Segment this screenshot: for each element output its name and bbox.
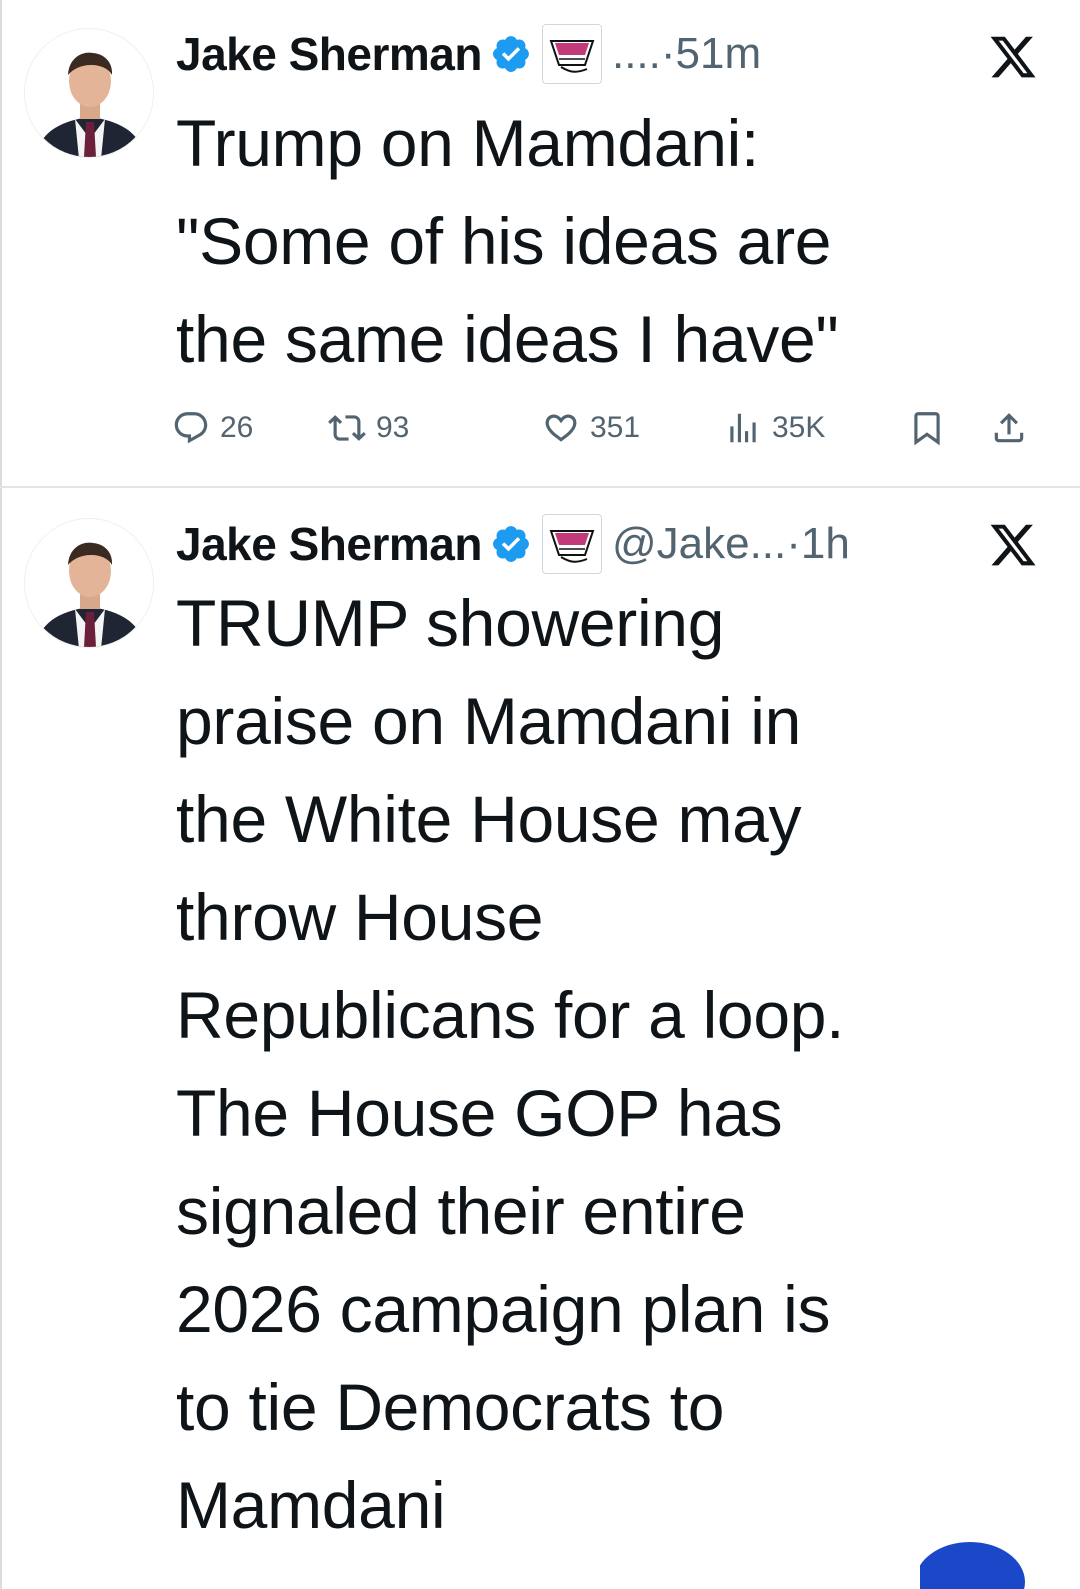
tweet-1[interactable]: Jake Sherman ....·51m Trump on Mamdani: … (0, 0, 1080, 488)
tweet-2[interactable]: Jake Sherman @Jake...·1h TRUMP showering… (0, 488, 1080, 1589)
repost-icon (328, 415, 366, 441)
tweet-text-line: the White House may (176, 782, 802, 856)
bookmark-icon (914, 412, 940, 446)
tweet-meta: ....·51m (611, 29, 762, 78)
like-button[interactable]: 351 (542, 400, 640, 456)
views-icon (730, 413, 756, 443)
tweet-text-line: signaled their entire (176, 1174, 746, 1248)
tweet-actions: 26 93 351 35K (172, 400, 1042, 456)
x-logo-icon[interactable] (988, 32, 1038, 82)
tweet-header: Jake Sherman @Jake...·1h (176, 514, 850, 574)
tweet-header: Jake Sherman ....·51m (176, 24, 761, 84)
views-count: 35K (772, 411, 826, 444)
verified-badge-icon (490, 33, 532, 75)
author-avatar[interactable] (24, 28, 154, 158)
author-name[interactable]: Jake Sherman (176, 27, 482, 81)
like-count: 351 (590, 411, 641, 444)
tweet-text: Trump on Mamdani: "Some of his ideas are… (176, 94, 1056, 388)
tweet-text-line: Trump on Mamdani: (176, 106, 760, 180)
affiliate-badge-icon[interactable] (541, 514, 602, 574)
tweet-text-line: praise on Mamdani in (176, 684, 801, 758)
share-button[interactable] (990, 400, 1028, 456)
tweet-meta: @Jake...·1h (611, 519, 850, 568)
tweet-text-line: The House GOP has (176, 1076, 783, 1150)
corner-logo-fragment (890, 1512, 1040, 1589)
reply-button[interactable]: 26 (172, 400, 253, 456)
tweet-text-line: "Some of his ideas are (176, 204, 832, 278)
repost-count: 93 (376, 411, 410, 444)
tweet-text-line: throw House (176, 880, 544, 954)
repost-button[interactable]: 93 (328, 400, 409, 456)
bookmark-button[interactable] (908, 400, 946, 456)
reply-count: 26 (220, 411, 254, 444)
affiliate-badge-icon[interactable] (541, 24, 602, 84)
views-button[interactable]: 35K (724, 400, 825, 456)
verified-badge-icon (490, 523, 532, 565)
tweet-text-line: Republicans for a loop. (176, 978, 845, 1052)
share-icon (994, 413, 1024, 443)
tweet-text-line: the same ideas I have" (176, 302, 839, 376)
x-logo-icon[interactable] (988, 520, 1038, 570)
tweet-text-line: TRUMP showering (176, 586, 725, 660)
reply-icon (174, 412, 208, 444)
like-icon (545, 414, 577, 442)
author-name[interactable]: Jake Sherman (176, 517, 482, 571)
author-avatar[interactable] (24, 518, 154, 648)
tweet-text: TRUMP showering praise on Mamdani in the… (176, 574, 1056, 1554)
tweet-text-line: to tie Democrats to (176, 1370, 725, 1444)
tweet-text-line: 2026 campaign plan is (176, 1272, 831, 1346)
